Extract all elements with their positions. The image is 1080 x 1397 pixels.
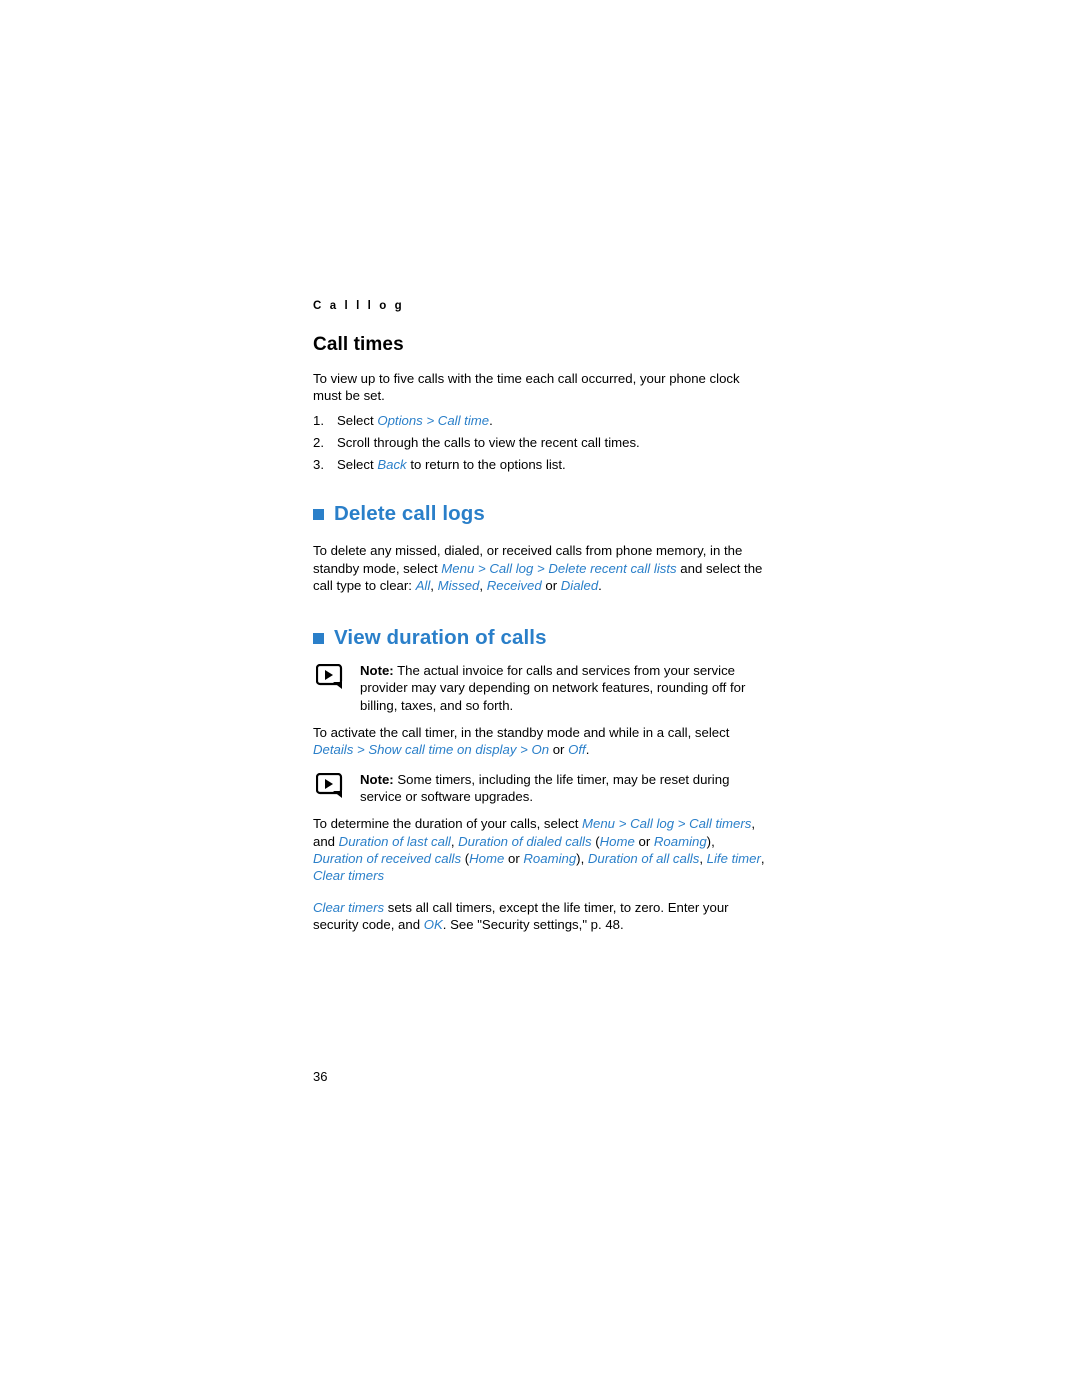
ui-path: Details [313, 742, 354, 758]
ui-path: Life timer [706, 850, 761, 866]
text-run: , [760, 850, 765, 866]
text-run: > [674, 816, 690, 832]
ui-path: Call log [630, 816, 675, 832]
text-run: ( [461, 850, 470, 866]
square-bullet-icon [313, 632, 324, 644]
step-text-pre: Select [337, 457, 378, 473]
text-run: . [598, 577, 602, 593]
note-text: Note: Some timers, including the life ti… [360, 771, 768, 806]
section-heading-label: View duration of calls [334, 626, 547, 650]
text-run: To activate the call timer, in the stand… [313, 725, 730, 741]
ui-path: Call log [489, 560, 534, 576]
ui-path: Received [486, 577, 542, 593]
section-heading-label: Delete call logs [334, 502, 485, 526]
ui-path: Menu [441, 560, 475, 576]
ui-path: Roaming [653, 833, 707, 849]
step-text-pre: Scroll through the calls to view the rec… [337, 435, 640, 451]
ui-path: Duration of all calls [587, 850, 700, 866]
note-icon [316, 772, 348, 799]
list-item: 3. Select Back to return to the options … [313, 454, 768, 476]
note-text: Note: The actual invoice for calls and s… [360, 662, 768, 714]
delete-call-logs-heading: Delete call logs [313, 502, 768, 526]
text-run: > [353, 742, 369, 758]
ui-path: Call timers [689, 816, 752, 832]
ui-path: Home [469, 850, 505, 866]
text-run: or [541, 577, 561, 593]
ui-path: Back [377, 457, 407, 473]
text-run: . See "Security settings," p. 48. [442, 917, 624, 933]
list-item: 2. Scroll through the calls to view the … [313, 432, 768, 454]
text-run: > [533, 560, 549, 576]
delete-call-logs-paragraph: To delete any missed, dialed, or receive… [313, 542, 768, 594]
clear-timers-paragraph: Clear timers sets all call timers, excep… [313, 899, 768, 933]
ui-path: Show call time on display [368, 742, 517, 758]
square-bullet-icon [313, 508, 324, 520]
step-text-pre: Select [337, 413, 378, 429]
text-run: , [699, 850, 707, 866]
ui-path: Roaming [523, 850, 577, 866]
step-text-post: to return to the options list. [406, 457, 566, 473]
note-block-2: Note: Some timers, including the life ti… [313, 771, 768, 806]
text-run: or [504, 850, 524, 866]
step-text-post: . [489, 413, 493, 429]
view-duration-heading: View duration of calls [313, 626, 768, 650]
text-run: ), [706, 833, 715, 849]
note-body: The actual invoice for calls and service… [360, 663, 746, 713]
list-item-number: 1. [313, 413, 324, 429]
text-run: > [516, 742, 532, 758]
text-run: . [585, 742, 590, 758]
running-head: C a l l l o g [313, 300, 405, 312]
text-run: or [549, 742, 569, 758]
text-run: ( [591, 833, 600, 849]
ui-path: Menu [582, 816, 616, 832]
page-number: 36 [313, 1069, 328, 1084]
text-run: , [430, 577, 438, 593]
ui-path: Home [599, 833, 635, 849]
call-times-heading: Call times [313, 334, 404, 355]
ui-path: On [531, 742, 550, 758]
note-block-1: Note: The actual invoice for calls and s… [313, 662, 768, 714]
ui-path: Duration of dialed calls [458, 833, 592, 849]
text-run: , [479, 577, 487, 593]
ui-path: Dialed [560, 577, 599, 593]
ui-path: Options > Call time [377, 413, 490, 429]
ui-path: Clear timers [313, 900, 385, 916]
note-label: Note: [360, 771, 394, 787]
text-run: To determine the duration of your calls,… [313, 816, 583, 832]
list-item-number: 3. [313, 457, 324, 473]
ui-path: OK [423, 917, 443, 933]
list-item-text: Select Back to return to the options lis… [337, 454, 566, 476]
page-content: C a l l l o g Call times To view up to f… [313, 300, 768, 940]
ui-path: Duration of last call [338, 833, 451, 849]
ui-path: Delete recent call lists [548, 560, 677, 576]
document-page: C a l l l o g Call times To view up to f… [0, 0, 1080, 1397]
call-times-steps: 1. Select Options > Call time. 2. Scroll… [313, 410, 768, 476]
list-item: 1. Select Options > Call time. [313, 410, 768, 432]
ui-path: Missed [437, 577, 480, 593]
call-duration-paragraph: To determine the duration of your calls,… [313, 815, 768, 884]
note-icon [316, 664, 348, 690]
ui-path: Duration of received calls [313, 850, 462, 866]
list-item-text: Scroll through the calls to view the rec… [337, 432, 640, 454]
list-item-text: Select Options > Call time. [337, 410, 493, 432]
activate-call-timer-paragraph: To activate the call timer, in the stand… [313, 724, 768, 758]
text-run: > [615, 816, 631, 832]
text-run: > [474, 560, 490, 576]
ui-path: All [415, 577, 431, 593]
ui-path: Off [568, 742, 586, 758]
text-run: or [634, 833, 654, 849]
text-run: ), [576, 850, 588, 866]
ui-path: Clear timers [313, 868, 385, 884]
note-label: Note: [360, 663, 394, 679]
note-body: Some timers, including the life timer, m… [360, 771, 730, 805]
list-item-number: 2. [313, 435, 324, 451]
call-times-intro: To view up to five calls with the time e… [313, 371, 740, 404]
